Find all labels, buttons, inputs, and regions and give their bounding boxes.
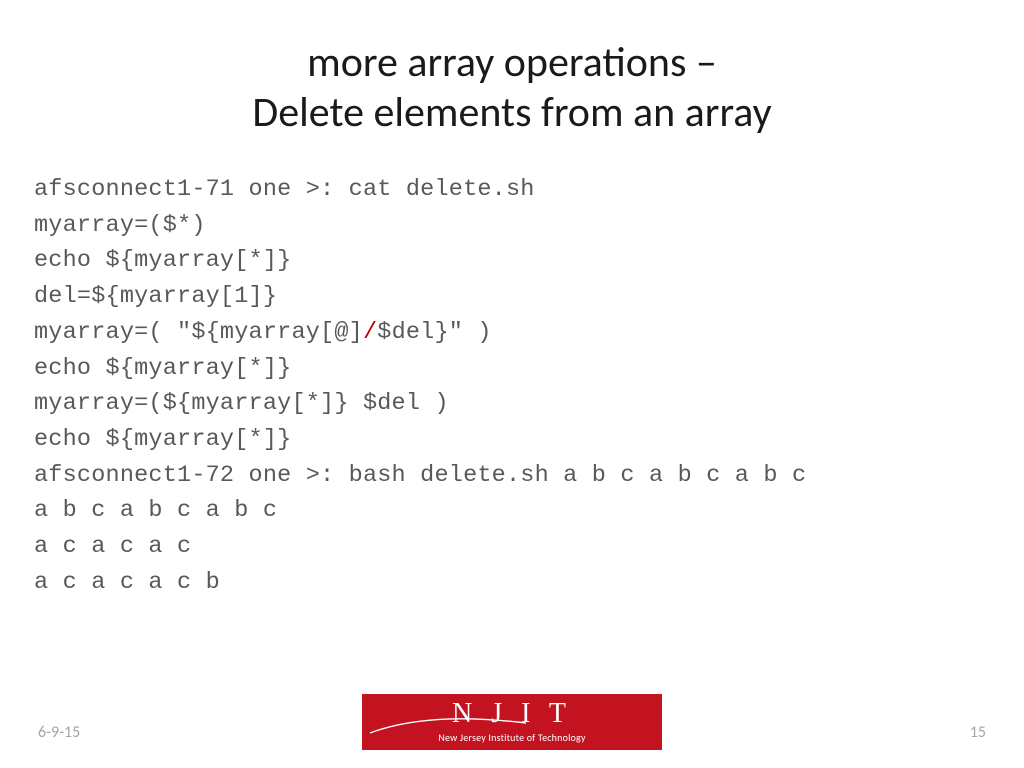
code-line: del=${myarray[1]} xyxy=(34,279,990,315)
code-line: echo ${myarray[*]} xyxy=(34,243,990,279)
code-line: echo ${myarray[*]} xyxy=(34,422,990,458)
code-line: myarray=($*) xyxy=(34,208,990,244)
code-seg: myarray=( "${myarray[@] xyxy=(34,319,363,346)
code-line: myarray=(${myarray[*]} $del ) xyxy=(34,386,990,422)
slide: more array operations – Delete elements … xyxy=(0,0,1024,768)
logo-text: N J I T xyxy=(452,700,572,728)
code-line: a b c a b c a b c xyxy=(34,493,990,529)
footer-date: 6-9-15 xyxy=(38,723,80,742)
slide-title: more array operations – Delete elements … xyxy=(0,0,1024,137)
code-line: afsconnect1-72 one >: bash delete.sh a b… xyxy=(34,458,990,494)
code-line: a c a c a c xyxy=(34,529,990,565)
code-block: afsconnect1-71 one >: cat delete.sh myar… xyxy=(34,172,990,601)
title-line-1: more array operations – xyxy=(307,37,717,88)
code-line: myarray=( "${myarray[@]/$del}" ) xyxy=(34,315,990,351)
code-line: afsconnect1-71 one >: cat delete.sh xyxy=(34,172,990,208)
logo-subtext: New Jersey Institute of Technology xyxy=(438,731,585,744)
page-number: 15 xyxy=(970,723,986,742)
njit-logo: N J I T New Jersey Institute of Technolo… xyxy=(362,694,662,750)
footer: 6-9-15 N J I T New Jersey Institute of T… xyxy=(0,706,1024,750)
code-line: a c a c a c b xyxy=(34,565,990,601)
code-seg-red: / xyxy=(363,319,377,346)
code-line: echo ${myarray[*]} xyxy=(34,351,990,387)
code-seg: $del}" ) xyxy=(377,319,491,346)
title-line-2: Delete elements from an array xyxy=(252,87,771,138)
